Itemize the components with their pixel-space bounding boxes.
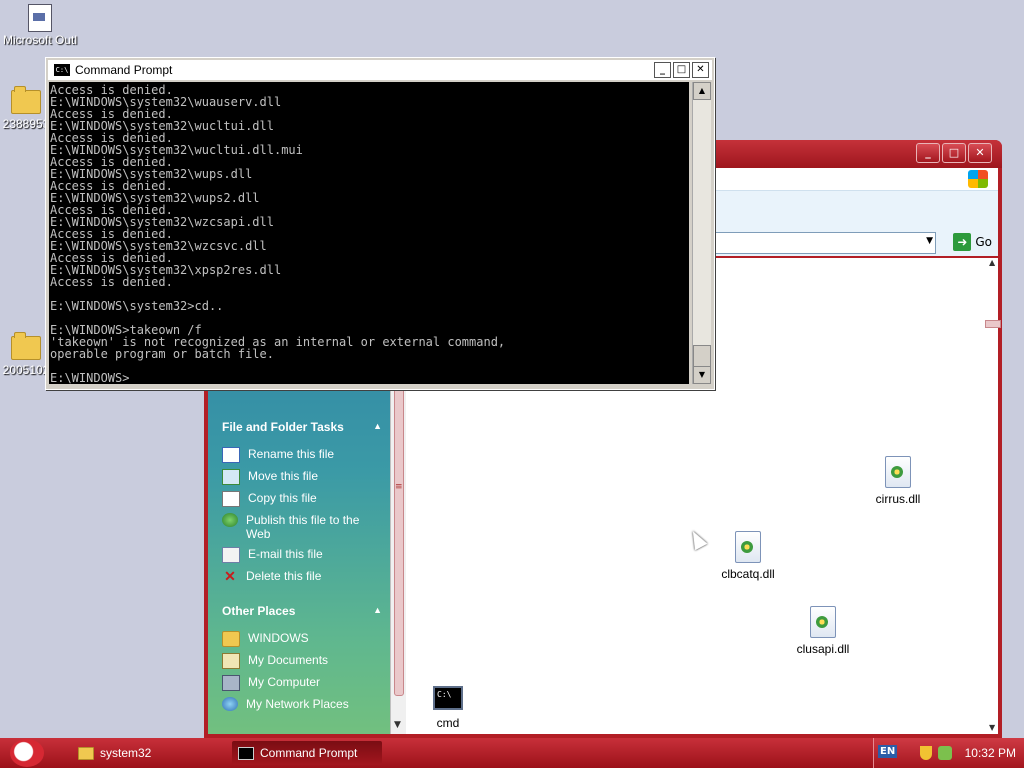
desktop-icon-outlook[interactable]: Microsoft Outl: [0, 4, 80, 47]
close-button[interactable]: ✕: [692, 62, 709, 78]
network-tray-icon[interactable]: [938, 746, 952, 760]
language-indicator[interactable]: EN: [878, 745, 898, 758]
cmd-icon: [238, 746, 254, 760]
task-label: Rename this file: [248, 447, 335, 461]
delete-x-icon: ✕: [224, 568, 236, 584]
place-label: WINDOWS: [248, 631, 309, 645]
scroll-up-icon[interactable]: ▲: [693, 82, 711, 100]
close-button[interactable]: ✕: [968, 143, 992, 163]
system-tray: EN 10:32 PM: [873, 738, 1024, 768]
place-label: My Network Places: [246, 697, 349, 711]
my-computer-icon: [222, 675, 240, 691]
file-name: clbcatq.dll: [721, 567, 775, 581]
file-item[interactable]: C:\ cmd: [408, 686, 488, 730]
folder-icon: [11, 332, 41, 360]
task-label: Move this file: [248, 469, 319, 483]
section-title: Other Places: [222, 604, 296, 618]
task-copy-file[interactable]: Copy this file: [222, 491, 382, 507]
start-button[interactable]: [10, 739, 44, 767]
dll-file-icon: [735, 531, 761, 563]
taskbar-label: system32: [100, 746, 152, 760]
task-label: Copy this file: [248, 491, 317, 505]
cmd-icon: C:\: [54, 64, 70, 76]
go-label: Go: [975, 235, 992, 249]
cmd-scrollbar[interactable]: ▲ ▼: [692, 82, 711, 384]
folder-icon: [78, 746, 94, 760]
windows-logo-icon: [968, 170, 988, 188]
taskbar-button-system32[interactable]: system32: [72, 741, 222, 765]
cmd-titlebar[interactable]: C:\ Command Prompt _ □ ✕: [48, 60, 712, 80]
dll-file-icon: [885, 456, 911, 488]
task-label: Publish this file to the Web: [246, 513, 360, 541]
other-places-list: WINDOWS My Documents My Computer My Netw…: [222, 631, 382, 717]
go-button[interactable]: ➜ Go: [953, 233, 992, 251]
task-label: Delete this file: [246, 569, 322, 583]
window-controls: _ □ ✕: [654, 62, 709, 78]
maximize-button[interactable]: □: [942, 143, 966, 163]
dll-file-icon: [810, 606, 836, 638]
grip-icon: ≡: [395, 482, 403, 492]
window-controls: _ □ ✕: [916, 143, 992, 163]
folder-icon: [222, 631, 240, 647]
task-label: E-mail this file: [248, 547, 323, 561]
file-name: cirrus.dll: [875, 492, 921, 506]
other-places-header[interactable]: Other Places ▲: [222, 604, 382, 618]
file-list-scrollbar[interactable]: ▲ ▼: [985, 258, 1001, 734]
scroll-thumb[interactable]: [985, 320, 1001, 328]
minimize-button[interactable]: _: [654, 62, 671, 78]
file-item[interactable]: clusapi.dll: [783, 606, 863, 656]
minimize-button[interactable]: _: [916, 143, 940, 163]
scroll-up-icon[interactable]: ▲: [989, 258, 995, 267]
security-shield-icon[interactable]: [920, 746, 932, 760]
window-title: Command Prompt: [75, 63, 173, 77]
task-email-file[interactable]: E-mail this file: [222, 547, 382, 563]
file-item[interactable]: cirrus.dll: [858, 456, 938, 506]
place-label: My Computer: [248, 675, 321, 689]
place-my-network[interactable]: My Network Places: [222, 697, 382, 711]
scroll-down-icon[interactable]: ▼: [989, 723, 995, 732]
network-icon: [222, 697, 238, 711]
maximize-button[interactable]: □: [673, 62, 690, 78]
scroll-down-icon[interactable]: ▼: [693, 366, 711, 384]
place-my-documents[interactable]: My Documents: [222, 653, 382, 669]
rename-icon: [222, 447, 240, 463]
task-delete-file[interactable]: ✕ Delete this file: [222, 569, 382, 583]
place-my-computer[interactable]: My Computer: [222, 675, 382, 691]
collapse-chevron-icon[interactable]: ▲: [373, 421, 382, 431]
file-folder-tasks-list: Rename this file Move this file Copy thi…: [222, 447, 382, 589]
place-windows[interactable]: WINDOWS: [222, 631, 382, 647]
console-text: Access is denied. E:\WINDOWS\system32\wu…: [50, 83, 506, 384]
move-icon: [222, 469, 240, 485]
folder-icon: [11, 86, 41, 114]
desktop-icon-label: Microsoft Outl: [2, 33, 77, 47]
file-name: clusapi.dll: [796, 642, 850, 656]
command-prompt-window: C:\ Command Prompt _ □ ✕ Access is denie…: [45, 57, 715, 390]
globe-icon: [222, 513, 238, 527]
collapse-chevron-icon[interactable]: ▲: [373, 605, 382, 615]
scroll-down-icon[interactable]: ▼: [394, 720, 401, 730]
copy-icon: [222, 491, 240, 507]
outlook-icon: [28, 4, 52, 32]
cmd-exe-icon: C:\: [433, 686, 463, 710]
console-output[interactable]: Access is denied. E:\WINDOWS\system32\wu…: [49, 82, 689, 384]
chevron-down-icon[interactable]: ▼: [926, 236, 933, 246]
file-name: cmd: [436, 716, 460, 730]
email-icon: [222, 547, 240, 563]
my-documents-icon: [222, 653, 240, 669]
file-item[interactable]: clbcatq.dll: [708, 531, 788, 581]
taskbar: system32 Command Prompt EN 10:32 PM: [0, 738, 1024, 768]
taskbar-button-command-prompt[interactable]: Command Prompt: [232, 741, 382, 765]
section-title: File and Folder Tasks: [222, 420, 344, 434]
scroll-thumb[interactable]: [693, 345, 711, 367]
task-move-file[interactable]: Move this file: [222, 469, 382, 485]
file-folder-tasks-header[interactable]: File and Folder Tasks ▲: [222, 420, 382, 434]
taskbar-label: Command Prompt: [260, 746, 358, 760]
task-publish-web[interactable]: Publish this file to the Web: [222, 513, 382, 541]
go-arrow-icon: ➜: [953, 233, 972, 251]
task-rename-file[interactable]: Rename this file: [222, 447, 382, 463]
place-label: My Documents: [248, 653, 329, 667]
clock[interactable]: 10:32 PM: [965, 746, 1016, 760]
